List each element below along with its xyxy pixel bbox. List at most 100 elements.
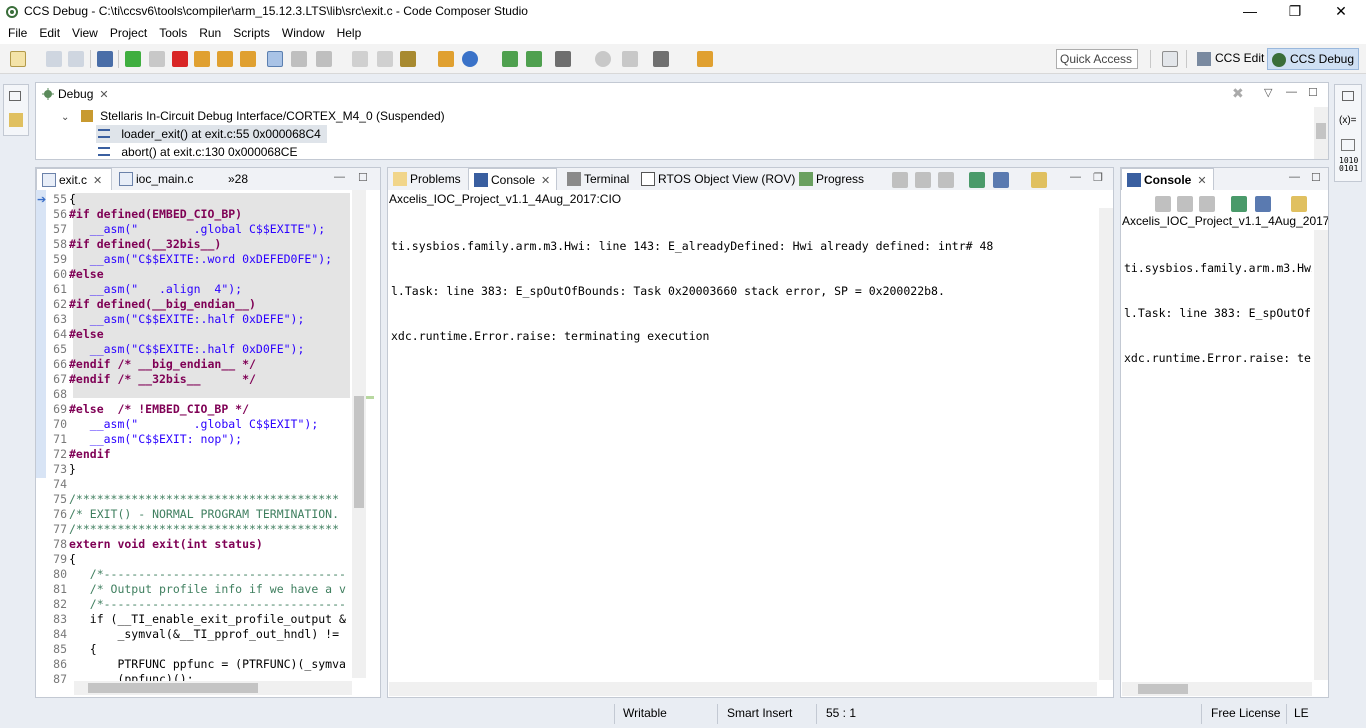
menu-help[interactable]: Help <box>331 24 368 42</box>
build-icon[interactable] <box>555 51 571 67</box>
save-all-icon[interactable] <box>68 51 84 67</box>
menu-scripts[interactable]: Scripts <box>227 24 276 42</box>
menu-view[interactable]: View <box>66 24 104 42</box>
more-tabs-button[interactable]: »28 <box>228 172 248 186</box>
console-vertical-scrollbar[interactable] <box>1314 230 1328 680</box>
disconnect-icon[interactable] <box>377 51 393 67</box>
close-icon[interactable]: ✕ <box>541 175 550 187</box>
menu-window[interactable]: Window <box>276 24 331 42</box>
new-icon[interactable] <box>10 51 26 67</box>
disassembly-icon[interactable]: 1010 0101 <box>1339 157 1358 173</box>
step-into-icon[interactable] <box>194 51 210 67</box>
tab-progress[interactable]: Progress <box>794 168 870 190</box>
search-icon[interactable] <box>595 51 611 67</box>
word-wrap-icon[interactable] <box>1199 196 1215 212</box>
console-horizontal-scrollbar[interactable] <box>389 682 1097 696</box>
open-perspective-icon[interactable] <box>1162 51 1178 67</box>
reset-icon[interactable] <box>291 51 307 67</box>
maximize-icon[interactable]: ☐ <box>1308 86 1318 99</box>
scroll-thumb[interactable] <box>1138 684 1188 694</box>
minimize-button[interactable]: — <box>1227 0 1273 24</box>
status-license[interactable]: Free License <box>1211 706 1280 720</box>
open-view-icon[interactable] <box>622 51 638 67</box>
expressions-icon[interactable] <box>1341 139 1355 151</box>
step-over-icon[interactable] <box>217 51 233 67</box>
tab-terminal[interactable]: Terminal <box>562 168 635 190</box>
menu-file[interactable]: File <box>2 24 33 42</box>
pin-console-icon[interactable] <box>969 172 985 188</box>
display-console-icon[interactable] <box>1255 196 1271 212</box>
maximize-icon[interactable]: ☐ <box>358 171 368 184</box>
close-icon[interactable]: ✕ <box>99 89 108 101</box>
console-horizontal-scrollbar[interactable] <box>1122 682 1312 696</box>
maximize-icon[interactable]: ❐ <box>1093 171 1103 184</box>
menu-project[interactable]: Project <box>104 24 153 42</box>
restore-icon[interactable] <box>9 91 21 101</box>
step-return-icon[interactable] <box>240 51 256 67</box>
tab-rtos-object-view[interactable]: RTOS Object View (ROV) <box>636 168 801 190</box>
terminal-icon[interactable] <box>97 51 113 67</box>
editor-horizontal-scrollbar[interactable] <box>74 681 352 695</box>
minimize-icon[interactable]: — <box>1289 171 1300 183</box>
close-icon[interactable]: ✕ <box>93 175 102 187</box>
restore-button[interactable]: ❐ <box>1272 0 1318 24</box>
display-console-icon[interactable] <box>993 172 1009 188</box>
word-wrap-icon[interactable] <box>938 172 954 188</box>
quick-access-input[interactable]: Quick Access <box>1056 49 1138 69</box>
view-menu-icon[interactable]: ▽ <box>1264 86 1272 99</box>
scroll-thumb[interactable] <box>354 396 364 508</box>
remove-terminated-icon[interactable]: ✖ <box>1232 85 1244 102</box>
debug-scrollbar[interactable] <box>1314 107 1328 159</box>
resume-icon[interactable] <box>125 51 141 67</box>
step-over-asm-icon[interactable] <box>526 51 542 67</box>
debug-icon[interactable] <box>438 51 454 67</box>
close-button[interactable]: ✕ <box>1318 0 1364 24</box>
clear-console-icon[interactable] <box>1155 196 1171 212</box>
save-icon[interactable] <box>46 51 62 67</box>
scroll-lock-icon[interactable] <box>1177 196 1193 212</box>
open-console-icon[interactable] <box>1291 196 1307 212</box>
clear-console-icon[interactable] <box>892 172 908 188</box>
tab-console[interactable]: Console ✕ <box>468 168 558 190</box>
console-vertical-scrollbar[interactable] <box>1099 208 1113 680</box>
menu-tools[interactable]: Tools <box>153 24 193 42</box>
connect-icon[interactable] <box>352 51 368 67</box>
settings-gear-icon[interactable] <box>653 51 669 67</box>
scroll-thumb[interactable] <box>1316 123 1326 139</box>
minimize-icon[interactable]: — <box>1070 171 1081 183</box>
console-output[interactable]: ti.sysbios.family.arm.m3.Hwi l.Task: lin… <box>1124 231 1312 396</box>
run-config-icon[interactable] <box>462 51 478 67</box>
stack-frame-abort[interactable]: abort() at exit.c:130 0x000068CE <box>96 143 297 161</box>
project-explorer-icon[interactable] <box>9 113 23 127</box>
console-output[interactable]: ti.sysbios.family.arm.m3.Hwi: line 143: … <box>391 209 993 374</box>
tab-console-right[interactable]: Console ✕ <box>1121 168 1214 190</box>
stack-frame-loader-exit[interactable]: loader_exit() at exit.c:55 0x000068C4 <box>96 125 327 143</box>
tab-ioc-main-c[interactable]: ioc_main.c <box>114 168 199 190</box>
debug-target[interactable]: ⌄ Stellaris In-Circuit Debug Interface/C… <box>61 107 445 125</box>
perspective-ccs-edit[interactable]: CCS Edit <box>1193 48 1268 70</box>
menu-edit[interactable]: Edit <box>33 24 66 42</box>
tab-exit-c[interactable]: exit.c ✕ <box>36 168 112 190</box>
editor-vertical-scrollbar[interactable] <box>352 190 366 678</box>
tab-debug[interactable]: Debug ✕ <box>36 83 115 105</box>
variables-icon[interactable]: (x)= <box>1339 115 1357 126</box>
pin-console-icon[interactable] <box>1231 196 1247 212</box>
close-icon[interactable]: ✕ <box>1197 175 1206 187</box>
scroll-lock-icon[interactable] <box>915 172 931 188</box>
terminate-icon[interactable] <box>172 51 188 67</box>
minimize-icon[interactable]: — <box>1286 86 1297 98</box>
tab-problems[interactable]: Problems <box>388 168 467 190</box>
perspective-ccs-debug[interactable]: CCS Debug <box>1267 48 1360 70</box>
suspend-icon[interactable] <box>149 51 165 67</box>
open-console-icon[interactable] <box>1031 172 1047 188</box>
menu-run[interactable]: Run <box>193 24 227 42</box>
scroll-thumb[interactable] <box>88 683 258 693</box>
minimize-icon[interactable]: — <box>334 171 345 183</box>
external-tools-icon[interactable] <box>697 51 713 67</box>
maximize-icon[interactable]: ☐ <box>1311 171 1321 184</box>
step-into-asm-icon[interactable] <box>502 51 518 67</box>
load-program-icon[interactable] <box>400 51 416 67</box>
restart-icon[interactable] <box>316 51 332 67</box>
instruction-step-icon[interactable] <box>267 51 283 67</box>
restore-icon[interactable] <box>1342 91 1354 101</box>
